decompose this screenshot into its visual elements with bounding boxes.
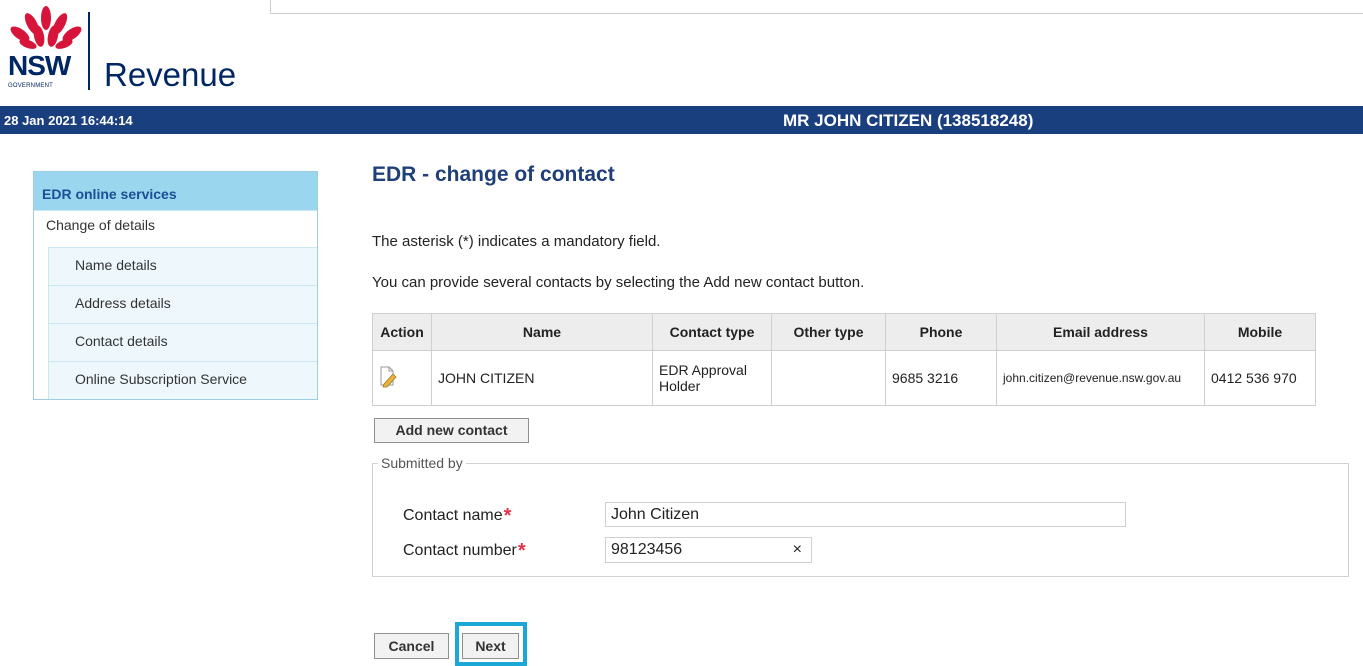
logo-nsw-text: NSW bbox=[8, 50, 71, 81]
sidebar-item-contact-details[interactable]: Contact details bbox=[48, 323, 317, 361]
multiple-contacts-note: You can provide several contacts by sele… bbox=[372, 274, 865, 291]
edit-icon[interactable] bbox=[379, 366, 397, 388]
cancel-button[interactable]: Cancel bbox=[374, 633, 449, 659]
sidebar-heading[interactable]: EDR online services bbox=[34, 172, 317, 210]
sidebar-nav: EDR online services Change of details Na… bbox=[33, 171, 318, 400]
cell-contact-type: EDR Approval Holder bbox=[652, 350, 772, 406]
logo-government-text: GOVERNMENT bbox=[8, 83, 54, 89]
sidebar-item-online-subscription-service[interactable]: Online Subscription Service bbox=[48, 361, 317, 399]
clear-field-icon[interactable]: × bbox=[793, 538, 802, 562]
cell-phone: 9685 3216 bbox=[885, 350, 997, 406]
table-row: JOHN CITIZEN EDR Approval Holder 9685 32… bbox=[372, 350, 1316, 406]
next-button-highlight bbox=[455, 622, 527, 666]
contact-name-label-text: Contact name bbox=[403, 507, 503, 524]
contact-number-label: Contact number* bbox=[403, 540, 526, 563]
nsw-revenue-logo[interactable]: NSW GOVERNMENT Revenue bbox=[6, 6, 246, 96]
contact-name-label: Contact name* bbox=[403, 505, 511, 528]
column-header-email: Email address bbox=[996, 313, 1205, 351]
mandatory-field-note: The asterisk (*) indicates a mandatory f… bbox=[372, 233, 661, 250]
column-header-other-type: Other type bbox=[771, 313, 886, 351]
cell-other-type bbox=[771, 350, 886, 406]
submitted-by-legend: Submitted by bbox=[381, 455, 463, 471]
contacts-table: Action Name Contact type Other type Phon… bbox=[372, 313, 1316, 406]
add-new-contact-button[interactable]: Add new contact bbox=[374, 418, 529, 443]
cell-email: john.citizen@revenue.nsw.gov.au bbox=[996, 350, 1205, 406]
contact-number-label-text: Contact number bbox=[403, 542, 517, 559]
sidebar-item-address-details[interactable]: Address details bbox=[48, 285, 317, 323]
logged-in-user: MR JOHN CITIZEN (138518248) bbox=[783, 111, 1034, 130]
column-header-mobile: Mobile bbox=[1204, 313, 1316, 351]
cell-action bbox=[372, 350, 432, 406]
contact-name-input[interactable]: John Citizen bbox=[605, 502, 1126, 527]
required-star-icon: * bbox=[517, 540, 526, 562]
column-header-name: Name bbox=[431, 313, 653, 351]
session-datetime: 28 Jan 2021 16:44:14 bbox=[4, 113, 133, 128]
sidebar-item-change-of-details[interactable]: Change of details bbox=[34, 210, 317, 247]
column-header-phone: Phone bbox=[885, 313, 997, 351]
sidebar-item-name-details[interactable]: Name details bbox=[48, 247, 317, 285]
required-star-icon: * bbox=[503, 505, 512, 527]
logo-divider bbox=[88, 12, 90, 90]
column-header-contact-type: Contact type bbox=[652, 313, 772, 351]
cell-name: JOHN CITIZEN bbox=[431, 350, 653, 406]
waratah-icon bbox=[10, 6, 82, 49]
contact-number-input[interactable]: 98123456 × bbox=[605, 537, 812, 563]
contact-number-value: 98123456 bbox=[611, 541, 683, 558]
header-bar: 28 Jan 2021 16:44:14 MR JOHN CITIZEN (13… bbox=[0, 106, 1363, 134]
column-header-action: Action bbox=[372, 313, 432, 351]
page-title: EDR - change of contact bbox=[372, 163, 615, 186]
cell-mobile: 0412 536 970 bbox=[1204, 350, 1316, 406]
logo-agency-text: Revenue bbox=[104, 56, 237, 93]
top-divider bbox=[270, 0, 1363, 14]
table-header-row: Action Name Contact type Other type Phon… bbox=[372, 313, 1316, 351]
